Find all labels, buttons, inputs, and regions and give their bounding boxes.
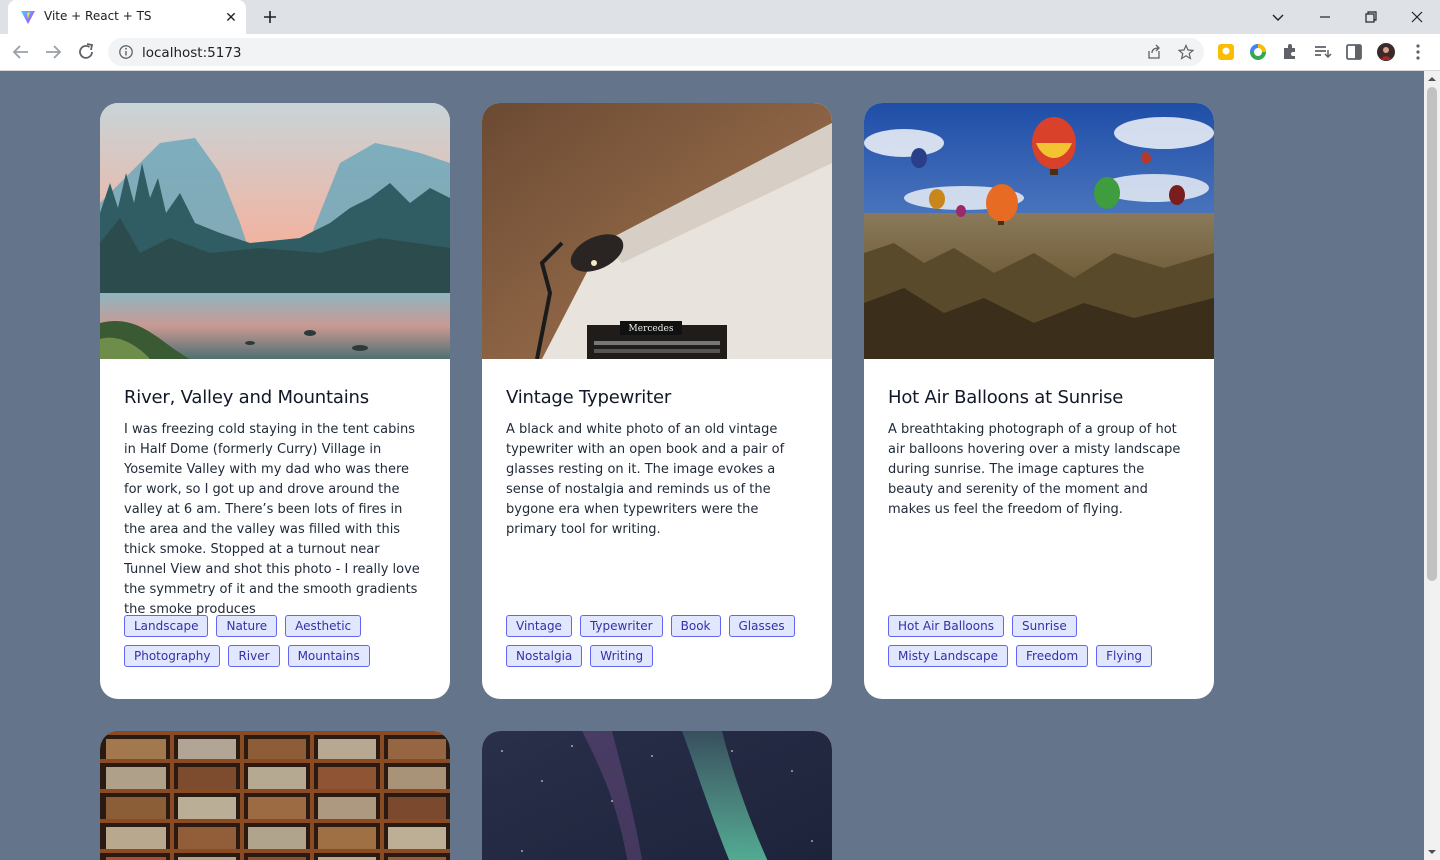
- reload-icon[interactable]: [74, 40, 98, 64]
- page-scrollbar[interactable]: [1424, 71, 1440, 860]
- site-info-icon[interactable]: [118, 44, 134, 60]
- tag-typewriter[interactable]: Typewriter: [579, 615, 663, 637]
- url-text: localhost:5173: [142, 45, 242, 61]
- card-title: Vintage Typewriter: [506, 387, 672, 408]
- card-description: A breathtaking photograph of a group of …: [888, 422, 1181, 517]
- card-title: Hot Air Balloons at Sunrise: [888, 387, 1124, 408]
- typewriter-image: Mercedes: [482, 103, 832, 359]
- card-river-valley: River, Valley and Mountains I was freezi…: [100, 103, 450, 699]
- vite-logo-icon: [21, 11, 35, 24]
- card-aurora: [482, 731, 832, 860]
- card-vintage-typewriter: Mercedes Vintage Typewriter A black and …: [482, 103, 832, 699]
- restore-icon[interactable]: [1359, 5, 1383, 29]
- tag-book[interactable]: Book: [670, 615, 721, 637]
- tab-search-icon[interactable]: [1266, 5, 1290, 29]
- card-hot-air-balloons: Hot Air Balloons at Sunrise A breathtaki…: [864, 103, 1214, 699]
- tag-photography[interactable]: Photography: [124, 645, 221, 667]
- profile-avatar-icon[interactable]: [1376, 42, 1396, 62]
- card-description: I was freezing cold staying in the tent …: [124, 422, 420, 617]
- tag-flying[interactable]: Flying: [1096, 645, 1153, 667]
- extension-yellow-icon[interactable]: [1216, 42, 1236, 62]
- tag-vintage[interactable]: Vintage: [506, 615, 572, 637]
- tab-strip: Vite + React + TS ✕: [0, 0, 1440, 34]
- hot-air-balloons-image: [864, 103, 1214, 359]
- aurora-image: [482, 731, 832, 860]
- tag-glasses[interactable]: Glasses: [728, 615, 795, 637]
- tag-river[interactable]: River: [228, 645, 280, 667]
- close-tab-icon[interactable]: ✕: [222, 8, 240, 26]
- scroll-down-arrow-icon[interactable]: [1428, 848, 1436, 856]
- tag-landscape[interactable]: Landscape: [124, 615, 209, 637]
- reading-list-icon[interactable]: [1312, 42, 1332, 62]
- tag-list: Landscape Nature Aesthetic Photography R…: [124, 615, 434, 667]
- tag-list: Hot Air Balloons Sunrise Misty Landscape…: [888, 615, 1198, 667]
- page-viewport: River, Valley and Mountains I was freezi…: [0, 71, 1424, 860]
- new-tab-icon[interactable]: [259, 6, 281, 28]
- card-description: A black and white photo of an old vintag…: [506, 422, 785, 537]
- tag-aesthetic[interactable]: Aesthetic: [285, 615, 362, 637]
- minimize-icon[interactable]: [1313, 5, 1337, 29]
- extensions-puzzle-icon[interactable]: [1280, 42, 1300, 62]
- chrome-menu-icon[interactable]: [1408, 42, 1428, 62]
- bookshelf-image: [100, 731, 450, 860]
- tag-hot-air-balloons[interactable]: Hot Air Balloons: [888, 615, 1004, 637]
- tag-writing[interactable]: Writing: [590, 645, 654, 667]
- bookmark-star-icon[interactable]: [1178, 44, 1194, 60]
- forward-icon[interactable]: [41, 40, 65, 64]
- back-icon[interactable]: [9, 40, 33, 64]
- tag-sunrise[interactable]: Sunrise: [1011, 615, 1077, 637]
- side-panel-icon[interactable]: [1344, 42, 1364, 62]
- scroll-up-arrow-icon[interactable]: [1428, 75, 1436, 83]
- river-valley-image: [100, 103, 450, 359]
- typewriter-label: Mercedes: [629, 324, 674, 334]
- share-icon[interactable]: [1146, 44, 1162, 60]
- tag-nature[interactable]: Nature: [216, 615, 278, 637]
- scrollbar-thumb[interactable]: [1427, 87, 1437, 581]
- tag-freedom[interactable]: Freedom: [1016, 645, 1089, 667]
- browser-toolbar: localhost:5173: [0, 34, 1440, 71]
- browser-tab[interactable]: Vite + React + TS ✕: [8, 0, 246, 34]
- card-title: River, Valley and Mountains: [124, 387, 369, 408]
- tag-nostalgia[interactable]: Nostalgia: [506, 645, 583, 667]
- extension-colorful-icon[interactable]: [1248, 42, 1268, 62]
- address-bar[interactable]: localhost:5173: [108, 38, 1204, 66]
- tab-title: Vite + React + TS: [44, 9, 152, 23]
- card-library: [100, 731, 450, 860]
- tag-list: Vintage Typewriter Book Glasses Nostalgi…: [506, 615, 816, 667]
- tag-misty-landscape[interactable]: Misty Landscape: [888, 645, 1009, 667]
- tag-mountains[interactable]: Mountains: [287, 645, 370, 667]
- close-window-icon[interactable]: [1405, 5, 1429, 29]
